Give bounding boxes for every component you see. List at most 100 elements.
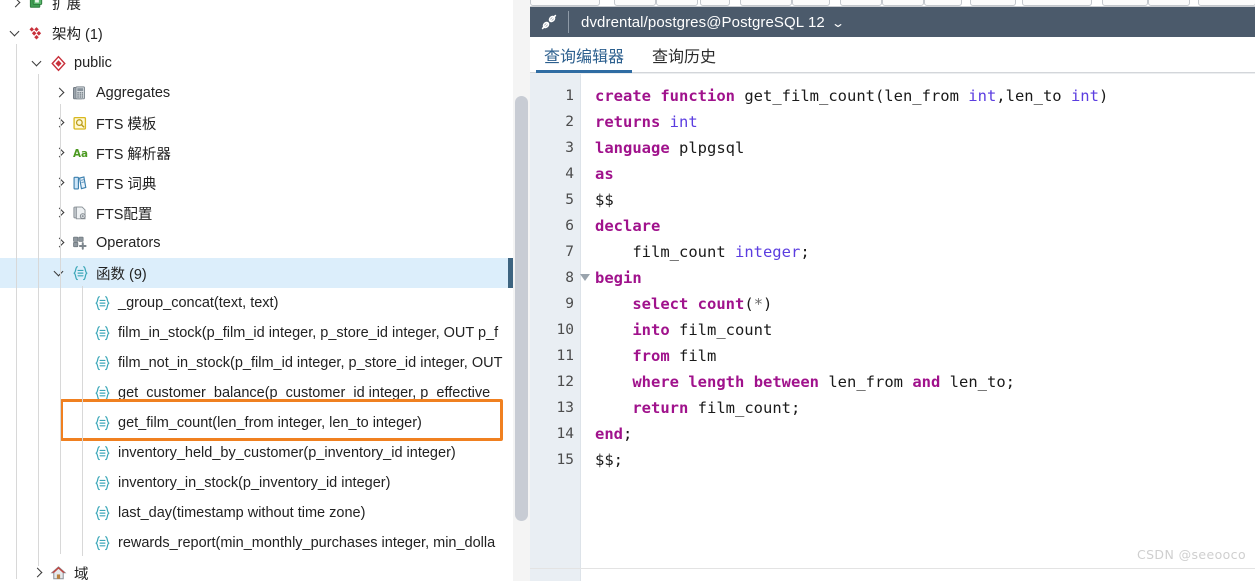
tree-item[interactable]: public bbox=[0, 48, 530, 78]
function-icon bbox=[92, 414, 112, 432]
tree-item[interactable]: FTS 模板 bbox=[0, 108, 530, 138]
code-token: select bbox=[632, 295, 689, 313]
tree-item-label: 架构 (1) bbox=[52, 26, 103, 43]
code-line[interactable]: as bbox=[595, 161, 1255, 187]
code-line[interactable]: where length between len_from and len_to… bbox=[595, 369, 1255, 395]
tree-item[interactable]: inventory_held_by_customer(p_inventory_i… bbox=[0, 438, 530, 468]
code-line[interactable]: $$ bbox=[595, 187, 1255, 213]
code-token: $$; bbox=[595, 451, 623, 469]
line-number: 10 bbox=[556, 322, 574, 338]
tree-item[interactable]: film_in_stock(p_film_id integer, p_store… bbox=[0, 318, 530, 348]
query-tool-titlebar: dvdrental/postgres@PostgreSQL 12 ⌄ bbox=[530, 7, 1255, 37]
code-line[interactable]: film_count integer; bbox=[595, 239, 1255, 265]
tree-guide-line bbox=[60, 104, 61, 554]
code-token: plpgsql bbox=[669, 139, 745, 157]
code-line[interactable]: declare bbox=[595, 213, 1255, 239]
tree-item[interactable]: last_day(timestamp without time zone) bbox=[0, 498, 530, 528]
code-line[interactable]: language plpgsql bbox=[595, 135, 1255, 161]
tree-item-label: get_film_count(len_from integer, len_to … bbox=[118, 415, 422, 431]
query-tool-tabstrip[interactable]: 查询编辑器 查询历史 bbox=[530, 37, 1255, 73]
tree-item-label: 函数 (9) bbox=[96, 266, 147, 283]
fold-triangle-icon[interactable] bbox=[580, 274, 590, 281]
tree-item[interactable]: FTS 词典 bbox=[0, 168, 530, 198]
sidebar-scrollbar-track[interactable] bbox=[513, 0, 530, 581]
tree-item[interactable]: get_customer_balance(p_customer_id integ… bbox=[0, 378, 530, 408]
code-line[interactable]: returns int bbox=[595, 109, 1255, 135]
tree-item-label: FTS 解析器 bbox=[96, 146, 171, 163]
query-tool-toolbar-clipped[interactable] bbox=[530, 0, 1255, 7]
tree-item-label: 域 bbox=[74, 566, 89, 581]
tree-item[interactable]: rewards_report(min_monthly_purchases int… bbox=[0, 528, 530, 558]
tree-guide-line bbox=[16, 44, 17, 579]
code-line[interactable]: return film_count; bbox=[595, 395, 1255, 421]
sql-editor[interactable]: 1 2 3 4 5 6 7 8 9 10 11 12 13 14 15 create function ge… bbox=[530, 73, 1255, 581]
line-number: 7 bbox=[565, 244, 574, 260]
tree-item[interactable]: _group_concat(text, text) bbox=[0, 288, 530, 318]
chevron-right-icon[interactable] bbox=[8, 0, 24, 11]
sidebar-scrollbar-thumb[interactable] bbox=[515, 96, 528, 521]
chevron-down-icon[interactable]: ⌄ bbox=[831, 16, 845, 30]
code-line[interactable]: into film_count bbox=[595, 317, 1255, 343]
tree-item[interactable]: 域 bbox=[0, 558, 530, 581]
code-line[interactable]: create function get_film_count(len_from … bbox=[595, 83, 1255, 109]
tab-query-editor[interactable]: 查询编辑器 bbox=[530, 37, 638, 73]
tree-item[interactable]: 架构 (1) bbox=[0, 18, 530, 48]
code-line[interactable]: $$; bbox=[595, 447, 1255, 473]
tree-item[interactable]: Operators bbox=[0, 228, 530, 258]
editor-code-area[interactable]: create function get_film_count(len_from … bbox=[581, 74, 1255, 581]
code-token: $$ bbox=[595, 191, 614, 209]
line-number: 1 bbox=[565, 88, 574, 104]
tree-item[interactable]: inventory_in_stock(p_inventory_id intege… bbox=[0, 468, 530, 498]
connection-title[interactable]: dvdrental/postgres@PostgreSQL 12 ⌄ bbox=[569, 14, 845, 31]
tree-item-label: Operators bbox=[96, 235, 161, 251]
tree-item[interactable]: 函数 (9) bbox=[0, 258, 530, 288]
chevron-right-icon[interactable] bbox=[30, 565, 46, 581]
function-icon bbox=[92, 324, 112, 342]
fts-dictionary-icon bbox=[70, 174, 90, 192]
tree-item-label: film_not_in_stock(p_film_id integer, p_s… bbox=[118, 355, 503, 371]
function-icon bbox=[92, 474, 112, 492]
tree-item[interactable]: get_film_count(len_from integer, len_to … bbox=[0, 408, 530, 438]
code-token: ( bbox=[744, 295, 754, 313]
tree-item[interactable]: Aggregates bbox=[0, 78, 530, 108]
tree-item-label: inventory_held_by_customer(p_inventory_i… bbox=[118, 445, 456, 461]
tree-item-label: film_in_stock(p_film_id integer, p_store… bbox=[118, 325, 499, 341]
tree-item[interactable]: FTS配置 bbox=[0, 198, 530, 228]
object-browser-tree-panel[interactable]: 扩展架构 (1) public Aggregates FTS 模板 Aa FTS 解析器 F… bbox=[0, 0, 530, 581]
object-browser-tree[interactable]: 扩展架构 (1) public Aggregates FTS 模板 Aa FTS 解析器 F… bbox=[0, 0, 530, 581]
tree-item[interactable]: film_not_in_stock(p_film_id integer, p_s… bbox=[0, 348, 530, 378]
code-line[interactable]: select count(*) bbox=[595, 291, 1255, 317]
tree-item-label: last_day(timestamp without time zone) bbox=[118, 505, 366, 521]
line-number: 15 bbox=[556, 452, 574, 468]
code-line[interactable]: end; bbox=[595, 421, 1255, 447]
line-number: 14 bbox=[556, 426, 574, 442]
tree-item-label: FTS 模板 bbox=[96, 116, 157, 133]
tree-item-label: _group_concat(text, text) bbox=[118, 295, 279, 311]
code-token: as bbox=[595, 165, 614, 183]
code-token: declare bbox=[595, 217, 661, 235]
code-line[interactable]: begin bbox=[595, 265, 1255, 291]
tree-item[interactable]: 扩展 bbox=[0, 0, 530, 18]
code-token: returns bbox=[595, 113, 661, 131]
code-line[interactable]: from film bbox=[595, 343, 1255, 369]
extensions-icon bbox=[26, 0, 46, 12]
tree-guide-line bbox=[38, 74, 39, 566]
code-token: ) bbox=[763, 295, 773, 313]
chevron-down-icon[interactable] bbox=[30, 55, 46, 71]
chevron-down-icon[interactable] bbox=[8, 25, 24, 41]
line-number: 11 bbox=[556, 348, 574, 364]
chevron-right-icon[interactable] bbox=[52, 85, 68, 101]
pgadmin-window: 扩展架构 (1) public Aggregates FTS 模板 Aa FTS 解析器 F… bbox=[0, 0, 1255, 581]
connection-icon bbox=[530, 12, 568, 32]
tab-query-history[interactable]: 查询历史 bbox=[638, 37, 730, 72]
tree-item[interactable]: Aa FTS 解析器 bbox=[0, 138, 530, 168]
svg-text:Aa: Aa bbox=[72, 147, 87, 159]
code-token: function bbox=[660, 87, 735, 105]
function-icon bbox=[92, 384, 112, 402]
editor-line-number-gutter: 1 2 3 4 5 6 7 8 9 10 11 12 13 14 15 bbox=[530, 74, 590, 581]
